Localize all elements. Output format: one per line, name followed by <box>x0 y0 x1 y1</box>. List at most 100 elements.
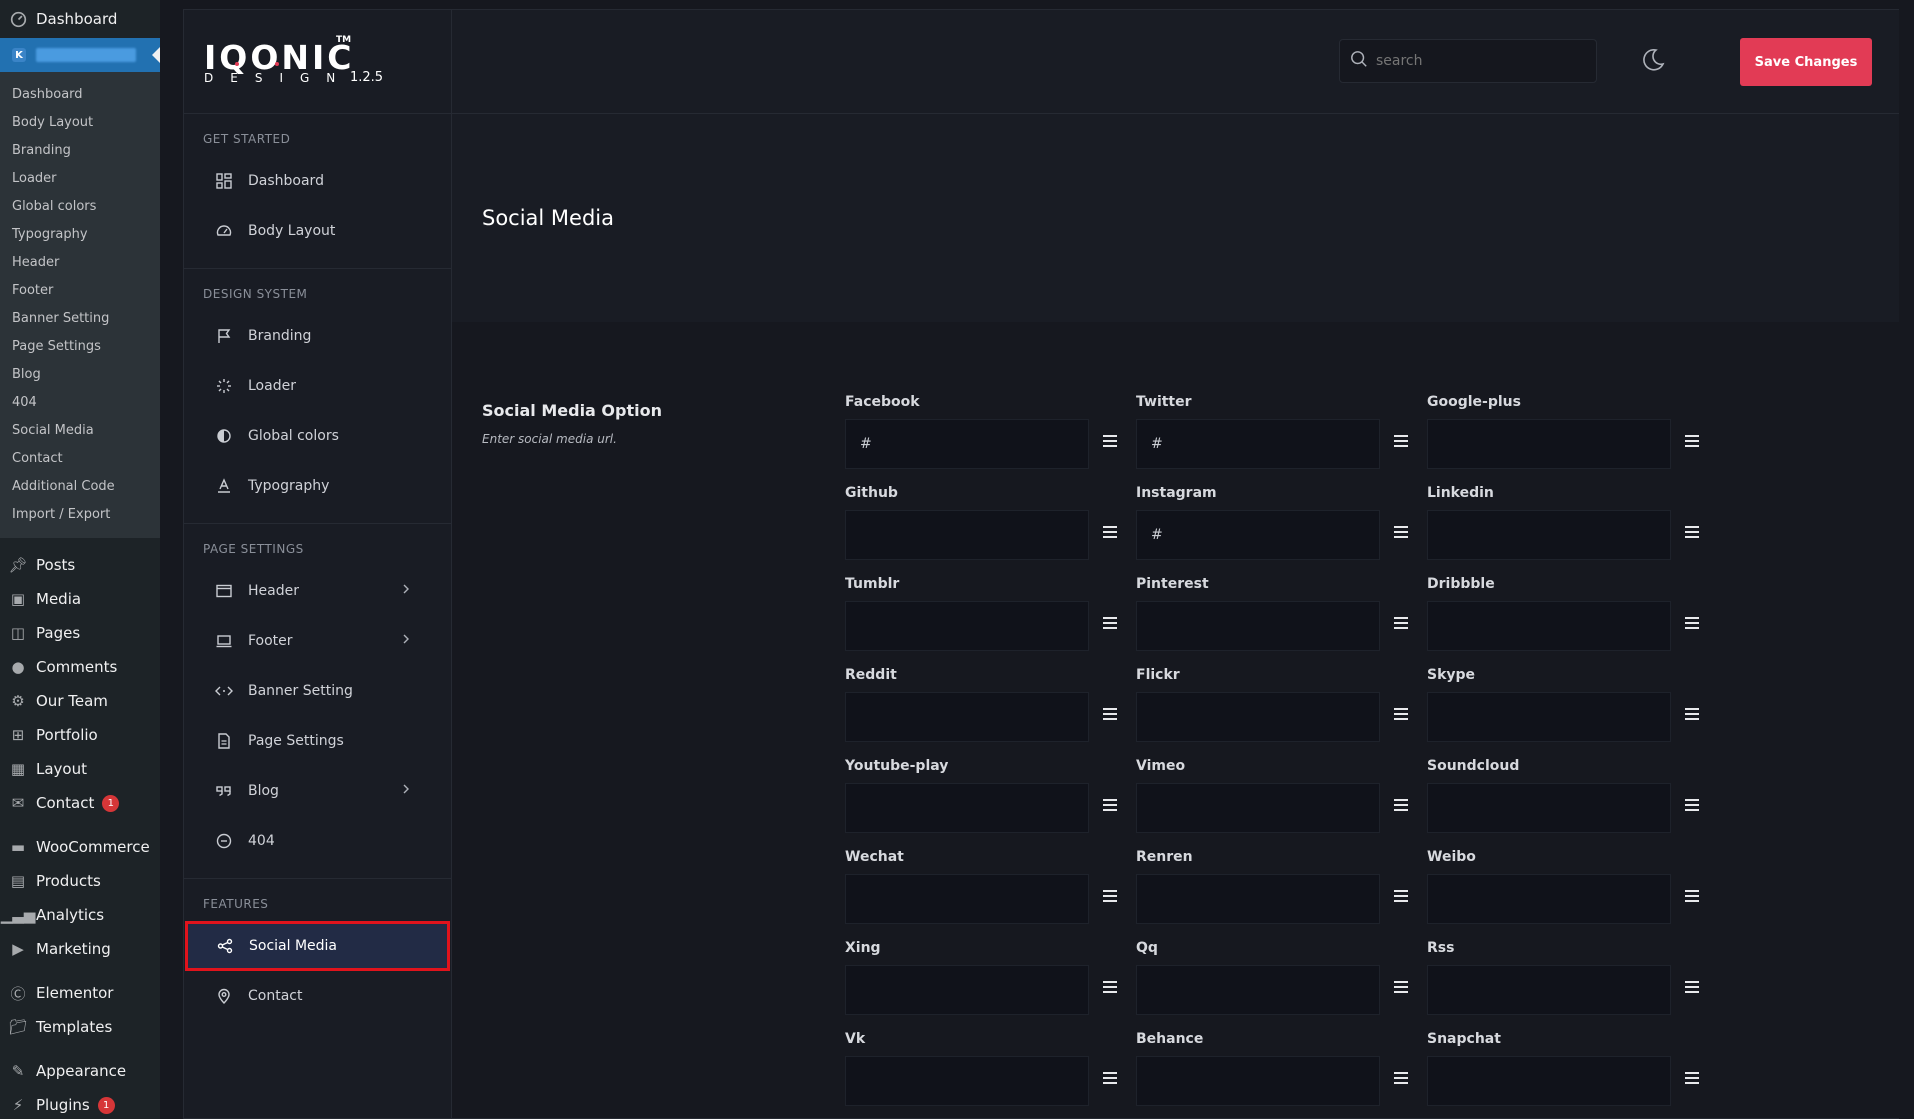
social-url-input[interactable] <box>1136 783 1380 833</box>
wp-submenu-item[interactable]: Footer <box>0 276 160 304</box>
social-url-input[interactable] <box>845 510 1089 560</box>
social-url-input[interactable] <box>1136 874 1380 924</box>
social-url-input[interactable] <box>845 692 1089 742</box>
social-url-input[interactable] <box>845 1056 1089 1106</box>
wp-menu-appearance[interactable]: ✎ Appearance <box>0 1054 160 1088</box>
drag-handle-icon[interactable] <box>1685 981 1699 993</box>
social-url-input[interactable] <box>845 601 1089 651</box>
wp-submenu-item[interactable]: Additional Code <box>0 472 160 500</box>
wp-submenu-item[interactable]: Import / Export <box>0 500 160 528</box>
wp-submenu-item[interactable]: Header <box>0 248 160 276</box>
wp-submenu-item[interactable]: Loader <box>0 164 160 192</box>
nav-item-social-media[interactable]: Social Media <box>185 921 450 971</box>
drag-handle-icon[interactable] <box>1685 526 1699 538</box>
wp-menu-woocommerce[interactable]: ▬ WooCommerce <box>0 830 160 864</box>
social-url-input[interactable] <box>1136 601 1380 651</box>
wp-submenu-item[interactable]: Branding <box>0 136 160 164</box>
nav-item-page-settings[interactable]: Page Settings <box>184 716 451 766</box>
drag-handle-icon[interactable] <box>1685 799 1699 811</box>
drag-handle-icon[interactable] <box>1394 890 1408 902</box>
wp-menu-products[interactable]: ▤ Products <box>0 864 160 898</box>
drag-handle-icon[interactable] <box>1103 1072 1117 1084</box>
drag-handle-icon[interactable] <box>1103 981 1117 993</box>
drag-handle-icon[interactable] <box>1394 617 1408 629</box>
wp-menu-templates[interactable]: 📁︎ Templates <box>0 1010 160 1044</box>
social-url-input[interactable] <box>1427 601 1671 651</box>
nav-item-contact[interactable]: Contact <box>184 971 451 1021</box>
wp-menu-posts[interactable]: 📌︎ Posts <box>0 548 160 582</box>
social-url-input[interactable] <box>1136 419 1380 469</box>
search-input[interactable] <box>1376 53 1576 69</box>
social-url-input[interactable] <box>845 419 1089 469</box>
social-url-input[interactable] <box>845 783 1089 833</box>
wp-submenu-item[interactable]: Dashboard <box>0 80 160 108</box>
nav-item-global-colors[interactable]: Global colors <box>184 411 451 461</box>
social-url-input[interactable] <box>1427 692 1671 742</box>
nav-item-dashboard[interactable]: Dashboard <box>184 156 451 206</box>
drag-handle-line <box>1394 718 1408 720</box>
wp-menu-analytics[interactable]: ▁▃▅ Analytics <box>0 898 160 932</box>
drag-handle-icon[interactable] <box>1103 890 1117 902</box>
dark-mode-toggle-moon-icon[interactable] <box>1640 47 1666 73</box>
drag-handle-icon[interactable] <box>1103 526 1117 538</box>
social-url-input[interactable] <box>1136 510 1380 560</box>
wp-menu-layout[interactable]: ▦ Layout <box>0 752 160 786</box>
wp-submenu-item[interactable]: Contact <box>0 444 160 472</box>
drag-handle-icon[interactable] <box>1394 981 1408 993</box>
wp-submenu-item[interactable]: Social Media <box>0 416 160 444</box>
wp-menu-contact[interactable]: ✉ Contact 1 <box>0 786 160 820</box>
drag-handle-icon[interactable] <box>1103 435 1117 447</box>
nav-item-loader[interactable]: Loader <box>184 361 451 411</box>
wp-submenu-item[interactable]: Banner Setting <box>0 304 160 332</box>
drag-handle-icon[interactable] <box>1685 435 1699 447</box>
wp-submenu-item[interactable]: Body Layout <box>0 108 160 136</box>
social-url-input[interactable] <box>1427 874 1671 924</box>
wp-menu-theme-options-current[interactable]: K <box>0 38 160 72</box>
drag-handle-icon[interactable] <box>1394 1072 1408 1084</box>
social-url-input[interactable] <box>1136 692 1380 742</box>
nav-item-footer[interactable]: Footer <box>184 616 451 666</box>
drag-handle-icon[interactable] <box>1103 799 1117 811</box>
nav-item-404[interactable]: 404 <box>184 816 451 866</box>
wp-submenu-item[interactable]: Global colors <box>0 192 160 220</box>
wp-submenu-item[interactable]: Blog <box>0 360 160 388</box>
drag-handle-icon[interactable] <box>1685 708 1699 720</box>
wp-submenu-item[interactable]: Typography <box>0 220 160 248</box>
drag-handle-icon[interactable] <box>1103 617 1117 629</box>
social-url-input[interactable] <box>1427 783 1671 833</box>
social-url-input[interactable] <box>1427 510 1671 560</box>
social-url-input[interactable] <box>845 874 1089 924</box>
social-url-input[interactable] <box>845 965 1089 1015</box>
drag-handle-icon[interactable] <box>1685 890 1699 902</box>
drag-handle-icon[interactable] <box>1394 435 1408 447</box>
wp-submenu-item[interactable]: 404 <box>0 388 160 416</box>
nav-item-body-layout[interactable]: Body Layout <box>184 206 451 256</box>
wp-menu-our-team[interactable]: ⚙ Our Team <box>0 684 160 718</box>
nav-item-banner-setting[interactable]: Banner Setting <box>184 666 451 716</box>
nav-item-header[interactable]: Header <box>184 566 451 616</box>
social-url-input[interactable] <box>1427 965 1671 1015</box>
social-url-input[interactable] <box>1136 1056 1380 1106</box>
save-changes-button[interactable]: Save Changes <box>1740 38 1872 86</box>
social-url-input[interactable] <box>1427 419 1671 469</box>
wp-menu-comments[interactable]: ● Comments <box>0 650 160 684</box>
drag-handle-icon[interactable] <box>1685 1072 1699 1084</box>
drag-handle-icon[interactable] <box>1394 799 1408 811</box>
wp-submenu-item[interactable]: Page Settings <box>0 332 160 360</box>
wp-menu-plugins[interactable]: ⚡ Plugins 1 <box>0 1088 160 1119</box>
social-url-input[interactable] <box>1427 1056 1671 1106</box>
drag-handle-icon[interactable] <box>1103 708 1117 720</box>
drag-handle-icon[interactable] <box>1394 708 1408 720</box>
wp-menu-dashboard[interactable]: Dashboard <box>0 0 160 38</box>
nav-item-blog[interactable]: Blog <box>184 766 451 816</box>
social-url-input[interactable] <box>1136 965 1380 1015</box>
wp-menu-media[interactable]: ▣ Media <box>0 582 160 616</box>
drag-handle-icon[interactable] <box>1685 617 1699 629</box>
drag-handle-icon[interactable] <box>1394 526 1408 538</box>
wp-menu-elementor[interactable]: Ⓒ Elementor <box>0 976 160 1010</box>
nav-item-typography[interactable]: Typography <box>184 461 451 511</box>
wp-menu-pages[interactable]: ◫ Pages <box>0 616 160 650</box>
nav-item-branding[interactable]: Branding <box>184 311 451 361</box>
wp-menu-portfolio[interactable]: ⊞ Portfolio <box>0 718 160 752</box>
wp-menu-marketing[interactable]: ▶ Marketing <box>0 932 160 966</box>
